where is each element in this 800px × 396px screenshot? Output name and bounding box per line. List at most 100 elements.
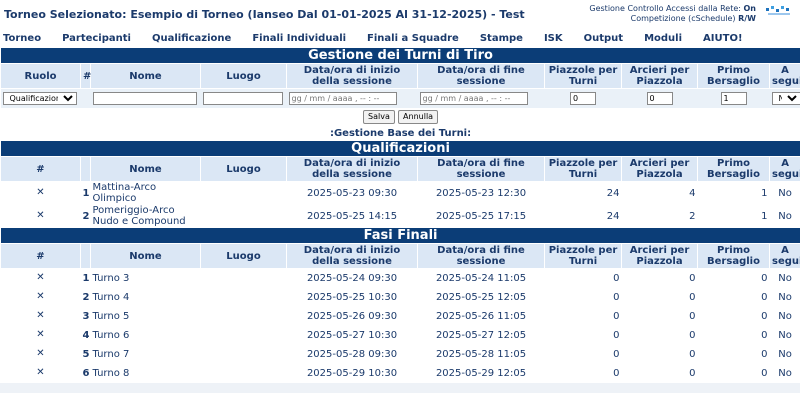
row-location (200, 306, 287, 326)
delete-x-icon[interactable]: ✕ (0, 204, 81, 228)
row-piazzole: 24 (544, 204, 622, 228)
location-input[interactable] (202, 92, 283, 105)
name-input[interactable] (92, 92, 197, 105)
menu-item-finali-individuali[interactable]: Finali Individuali (252, 33, 346, 44)
menu-item-moduli[interactable]: Moduli (644, 33, 682, 44)
new-shift-row: Qualificazioni No (0, 88, 800, 108)
menu-item-finali-a-squadre[interactable]: Finali a Squadre (367, 33, 459, 44)
menu-item-torneo[interactable]: Torneo (3, 33, 41, 44)
cancel-button[interactable]: Annulla (398, 109, 439, 124)
row-arcieri: 0 (621, 344, 698, 364)
row-primo: 0 (697, 287, 770, 307)
save-button[interactable]: Salva (363, 109, 395, 124)
end-datetime-input[interactable] (419, 92, 528, 105)
qualifications-title: Qualificazioni (0, 141, 800, 157)
row-location (200, 363, 287, 383)
delete-x-icon[interactable]: ✕ (0, 306, 81, 326)
row-seguire: No (769, 325, 800, 345)
table-row: ✕ 2 Pomeriggio-Arco Nudo e Compound 2025-05… (0, 204, 800, 228)
col-header-primo: Primo Bersaglio (697, 63, 770, 89)
delete-x-icon[interactable]: ✕ (0, 325, 81, 345)
row-start: 2025-05-26 09:30 (286, 306, 418, 326)
tournament-title: Torneo Selezionato: Esempio di Torneo (I… (4, 8, 525, 21)
row-start: 2025-05-28 09:30 (286, 344, 418, 364)
row-arcieri: 0 (621, 287, 698, 307)
row-piazzole: 0 (544, 344, 622, 364)
row-seguire: No (769, 268, 800, 288)
col-header-seguire: A seguire (768, 243, 800, 269)
qualifications-table: Qualificazioni # Nome Luogo Data/ora di … (0, 141, 800, 228)
menu-item-qualificazione[interactable]: Qualificazione (152, 33, 231, 44)
menu-item-output[interactable]: Output (584, 33, 623, 44)
row-primo: 0 (697, 363, 770, 383)
row-index: 6 (80, 363, 91, 383)
row-name[interactable]: Turno 3 (90, 268, 201, 288)
arcieri-input[interactable] (646, 92, 673, 105)
row-seguire: No (769, 181, 800, 205)
base-management-label: :Gestione Base dei Turni: (329, 127, 472, 139)
row-end: 2025-05-27 12:05 (417, 325, 545, 345)
row-arcieri: 0 (621, 268, 698, 288)
col-header-seguire: A seguire (768, 156, 800, 182)
network-status-label: Gestione Controllo Accessi dalla Rete: (589, 4, 741, 13)
row-start: 2025-05-27 10:30 (286, 325, 418, 345)
competition-label: Competizione (cSchedule) (630, 14, 736, 23)
col-header-piazzole: Piazzole per Turni (544, 156, 622, 182)
menu-item-stampe[interactable]: Stampe (480, 33, 523, 44)
col-header-nome: Nome (90, 243, 201, 269)
row-piazzole: 0 (544, 306, 622, 326)
delete-x-icon[interactable]: ✕ (0, 181, 81, 205)
primo-bersaglio-input[interactable] (720, 92, 747, 105)
delete-x-icon[interactable]: ✕ (0, 344, 81, 364)
row-start: 2025-05-23 09:30 (286, 181, 418, 205)
network-status-value[interactable]: On (744, 4, 757, 13)
seguire-select[interactable]: No (771, 92, 800, 105)
finals-table: Fasi Finali # Nome Luogo Data/ora di ini… (0, 228, 800, 383)
piazzole-input[interactable] (570, 92, 596, 105)
row-arcieri: 0 (621, 363, 698, 383)
row-location (200, 204, 287, 228)
row-index: 1 (80, 181, 91, 205)
col-header-luogo: Luogo (200, 156, 287, 182)
row-seguire: No (769, 204, 800, 228)
col-header-end: Data/ora di fine sessione (417, 63, 545, 89)
delete-x-icon[interactable]: ✕ (0, 287, 81, 307)
row-arcieri: 0 (621, 325, 698, 345)
delete-x-icon[interactable]: ✕ (0, 268, 81, 288)
row-name[interactable]: Turno 8 (90, 363, 201, 383)
row-piazzole: 0 (544, 287, 622, 307)
row-arcieri: 4 (621, 181, 698, 205)
col-header-piazzole: Piazzole per Turni (544, 63, 622, 89)
row-seguire: No (769, 287, 800, 307)
page-footer (0, 383, 800, 393)
col-header-seguire: A seguire (768, 63, 800, 89)
col-header-start: Data/ora di inizio della sessione (286, 63, 418, 89)
menu-item-isk[interactable]: ISK (544, 33, 563, 44)
start-datetime-input[interactable] (288, 92, 397, 105)
row-name[interactable]: Turno 5 (90, 306, 201, 326)
main-menu: Torneo Partecipanti Qualificazione Finali I… (0, 28, 800, 48)
role-select[interactable]: Qualificazioni (2, 92, 77, 105)
row-name[interactable]: Turno 4 (90, 287, 201, 307)
row-name[interactable]: Mattina-Arco Olimpico (90, 181, 201, 205)
col-header-start: Data/ora di inizio della sessione (286, 156, 418, 182)
section-title: Gestione dei Turni di Tiro (0, 48, 800, 64)
col-header-primo: Primo Bersaglio (697, 243, 770, 269)
row-index: 1 (80, 268, 91, 288)
shifts-form-table: Gestione dei Turni di Tiro Ruolo # Nome … (0, 48, 800, 141)
row-name[interactable]: Turno 6 (90, 325, 201, 345)
delete-x-icon[interactable]: ✕ (0, 363, 81, 383)
row-name[interactable]: Turno 7 (90, 344, 201, 364)
row-index: 2 (80, 287, 91, 307)
row-location (200, 268, 287, 288)
table-row: ✕ 1 Mattina-Arco Olimpico 2025-05-23 09:30 2… (0, 181, 800, 205)
row-primo: 0 (697, 344, 770, 364)
row-piazzole: 24 (544, 181, 622, 205)
col-header-nome: Nome (90, 156, 201, 182)
competition-access-value[interactable]: R/W (738, 14, 756, 23)
menu-item-aiuto[interactable]: AIUTO! (703, 33, 742, 44)
menu-item-partecipanti[interactable]: Partecipanti (62, 33, 131, 44)
row-primo: 1 (697, 204, 770, 228)
row-name[interactable]: Pomeriggio-Arco Nudo e Compound (90, 204, 201, 228)
row-location (200, 287, 287, 307)
